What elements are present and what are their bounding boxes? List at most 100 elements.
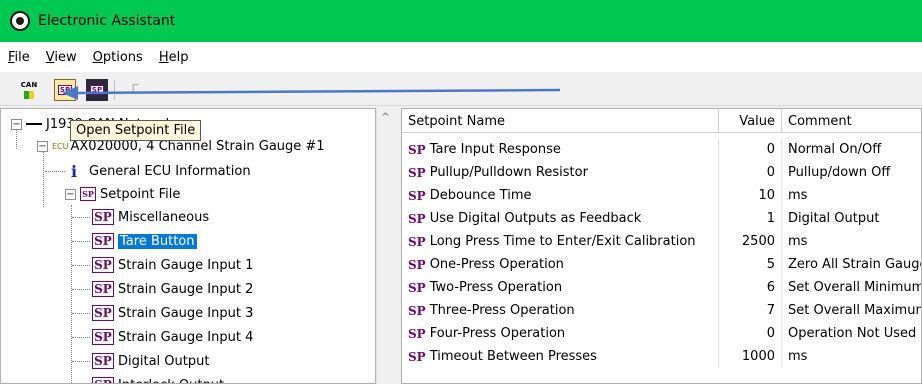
- setpoint-name-cell[interactable]: SP Pullup/Pulldown Resistor: [402, 161, 719, 184]
- table-row[interactable]: SP Use Digital Outputs as Feedback 1 Digita…: [402, 207, 921, 230]
- ecu-icon: ECU: [52, 141, 69, 151]
- tree-node-setpoint-file[interactable]: − SP Setpoint File: [65, 183, 180, 205]
- tree-item-label: Tare Button: [118, 233, 197, 249]
- setpoint-value-cell[interactable]: 0: [719, 138, 782, 161]
- tree-connector: [72, 241, 90, 242]
- setpoint-file-icon: SP: [80, 187, 96, 201]
- column-header-value[interactable]: Value: [719, 109, 782, 133]
- setpoint-icon: SP: [408, 257, 426, 272]
- setpoint-group-icon: SP: [92, 233, 114, 249]
- setpoint-name: Debounce Time: [429, 188, 532, 203]
- table-row[interactable]: SP Pullup/Pulldown Resistor 0 Pullup/down O…: [402, 161, 921, 184]
- scroll-up-icon[interactable]: ^: [377, 112, 394, 123]
- setpoint-icon: SP: [408, 326, 426, 341]
- setpoint-name: Tare Input Response: [429, 142, 561, 157]
- setpoint-name-cell[interactable]: SP Tare Input Response: [402, 138, 719, 161]
- setpoint-value-cell[interactable]: 0: [719, 322, 782, 345]
- setpoint-name-cell[interactable]: SP Three-Press Operation: [402, 299, 719, 322]
- tree-scrollbar[interactable]: ^: [376, 108, 393, 384]
- table-row[interactable]: SP Three-Press Operation 7 Set Overall Maxi…: [402, 299, 922, 322]
- setpoint-value-cell[interactable]: 2500: [719, 230, 782, 253]
- setpoint-name: Four-Press Operation: [429, 326, 566, 341]
- tree-item-setpoint-group[interactable]: SP Digital Output: [92, 350, 209, 372]
- setpoint-value-cell[interactable]: 1: [719, 207, 782, 230]
- tree-item-label: Strain Gauge Input 2: [118, 281, 254, 297]
- setpoint-name-cell[interactable]: SP Debounce Time: [402, 184, 719, 207]
- table-row[interactable]: SP Long Press Time to Enter/Exit Calibrat…: [402, 230, 921, 253]
- table-row[interactable]: SP Debounce Time 10 ms: [402, 184, 921, 207]
- setpoint-name: Three-Press Operation: [429, 303, 575, 318]
- setpoint-name-cell[interactable]: SP Use Digital Outputs as Feedback: [402, 207, 719, 230]
- tree-item-setpoint-group[interactable]: SP Miscellaneous: [92, 206, 209, 228]
- collapse-icon[interactable]: −: [11, 118, 22, 130]
- menu-view[interactable]: View: [46, 50, 77, 65]
- setpoint-tree[interactable]: − J1939 CAN Network − ECU AX020000, 4 Ch…: [0, 108, 376, 384]
- setpoint-icon: SP: [408, 349, 426, 364]
- setpoint-comment-cell: ms: [788, 349, 808, 364]
- menu-file[interactable]: File: [8, 50, 30, 65]
- menu-help[interactable]: Help: [159, 50, 189, 65]
- can-icon-label: CAN: [20, 80, 38, 89]
- setpoint-comment-cell: Set Overall Maximum: [788, 303, 922, 318]
- collapse-icon[interactable]: −: [37, 140, 48, 152]
- tree-connector: [72, 265, 90, 266]
- tree-item-setpoint-group[interactable]: SP Interlock Output: [92, 374, 224, 384]
- setpoint-name: Timeout Between Presses: [429, 349, 597, 364]
- table-row[interactable]: SP Tare Input Response 0 Normal On/Off: [402, 138, 921, 161]
- setpoint-value-cell[interactable]: 0: [719, 161, 782, 184]
- table-row[interactable]: SP Two-Press Operation 6 Set Overall Minimu…: [402, 276, 921, 299]
- setpoint-value-cell[interactable]: 6: [719, 276, 782, 299]
- table-row[interactable]: SP One-Press Operation 5 Zero All Strain Ga…: [402, 253, 921, 276]
- setpoint-value-cell[interactable]: 7: [719, 299, 782, 322]
- setpoint-icon: SP: [408, 234, 426, 249]
- tree-item-label: Digital Output: [118, 353, 210, 369]
- setpoint-icon: SP: [408, 303, 426, 318]
- setpoint-comment-cell: ms: [788, 188, 808, 203]
- setpoint-icon: SP: [408, 211, 426, 226]
- setpoint-icon: SP: [408, 165, 426, 180]
- setpoint-name-cell[interactable]: SP Timeout Between Presses: [402, 345, 719, 368]
- table-row[interactable]: SP Four-Press Operation 0 Operation Not Use…: [402, 322, 921, 345]
- tree-connector: [72, 337, 90, 338]
- setpoint-value-cell[interactable]: 10: [719, 184, 782, 207]
- setpoint-name: Use Digital Outputs as Feedback: [429, 211, 642, 226]
- tree-connector: [71, 205, 72, 383]
- column-header-name[interactable]: Setpoint Name: [402, 109, 719, 133]
- pane-splitter[interactable]: [393, 108, 401, 384]
- setpoint-group-icon: SP: [92, 209, 114, 225]
- info-icon: i: [70, 161, 78, 181]
- setpoint-name-cell[interactable]: SP Four-Press Operation: [402, 322, 719, 345]
- tree-connector: [72, 361, 90, 362]
- setpoint-group-icon: SP: [92, 257, 114, 273]
- setpoint-name: Pullup/Pulldown Resistor: [429, 165, 588, 180]
- collapse-icon[interactable]: −: [65, 188, 76, 200]
- tree-item-setpoint-group[interactable]: SP Tare Button: [92, 230, 197, 252]
- setpoint-group-icon: SP: [92, 353, 114, 369]
- menu-options[interactable]: Options: [93, 50, 143, 65]
- column-header-comment[interactable]: Comment: [782, 109, 921, 133]
- setpoint-name: Two-Press Operation: [429, 280, 563, 295]
- setpoint-name-cell[interactable]: SP Long Press Time to Enter/Exit Calibrat…: [402, 230, 719, 253]
- setpoint-value-cell[interactable]: 5: [719, 253, 782, 276]
- can-connect-button[interactable]: CAN: [18, 79, 40, 101]
- tree-connector: [72, 289, 90, 290]
- tree-node-general-info[interactable]: i General ECU Information: [67, 160, 251, 182]
- menu-options-rest: ptions: [102, 49, 143, 65]
- tree-item-setpoint-group[interactable]: SP Strain Gauge Input 1: [92, 254, 253, 276]
- app-logo-icon: [10, 11, 30, 31]
- tree-item-setpoint-group[interactable]: SP Strain Gauge Input 2: [92, 278, 253, 300]
- tree-item-setpoint-group[interactable]: SP Strain Gauge Input 3: [92, 302, 253, 324]
- setpoint-group-icon: SP: [92, 281, 114, 297]
- table-row[interactable]: SP Timeout Between Presses 1000 ms: [402, 345, 921, 368]
- setpoint-value-cell[interactable]: 1000: [719, 345, 782, 368]
- tree-item-label: Interlock Output: [118, 378, 224, 384]
- tree-item-label: Miscellaneous: [118, 209, 210, 225]
- setpoint-name-cell[interactable]: SP Two-Press Operation: [402, 276, 719, 299]
- setpoint-grid[interactable]: Setpoint Name Value Comment SP Tare Input…: [401, 108, 922, 384]
- setpoint-comment-cell: Operation Not Used: [788, 326, 917, 341]
- title-bar: Electronic Assistant: [0, 0, 922, 42]
- setpoint-comment-cell: Digital Output: [788, 211, 880, 226]
- setpoint-name-cell[interactable]: SP One-Press Operation: [402, 253, 719, 276]
- general-info-label: General ECU Information: [89, 163, 251, 179]
- tree-item-setpoint-group[interactable]: SP Strain Gauge Input 4: [92, 326, 253, 348]
